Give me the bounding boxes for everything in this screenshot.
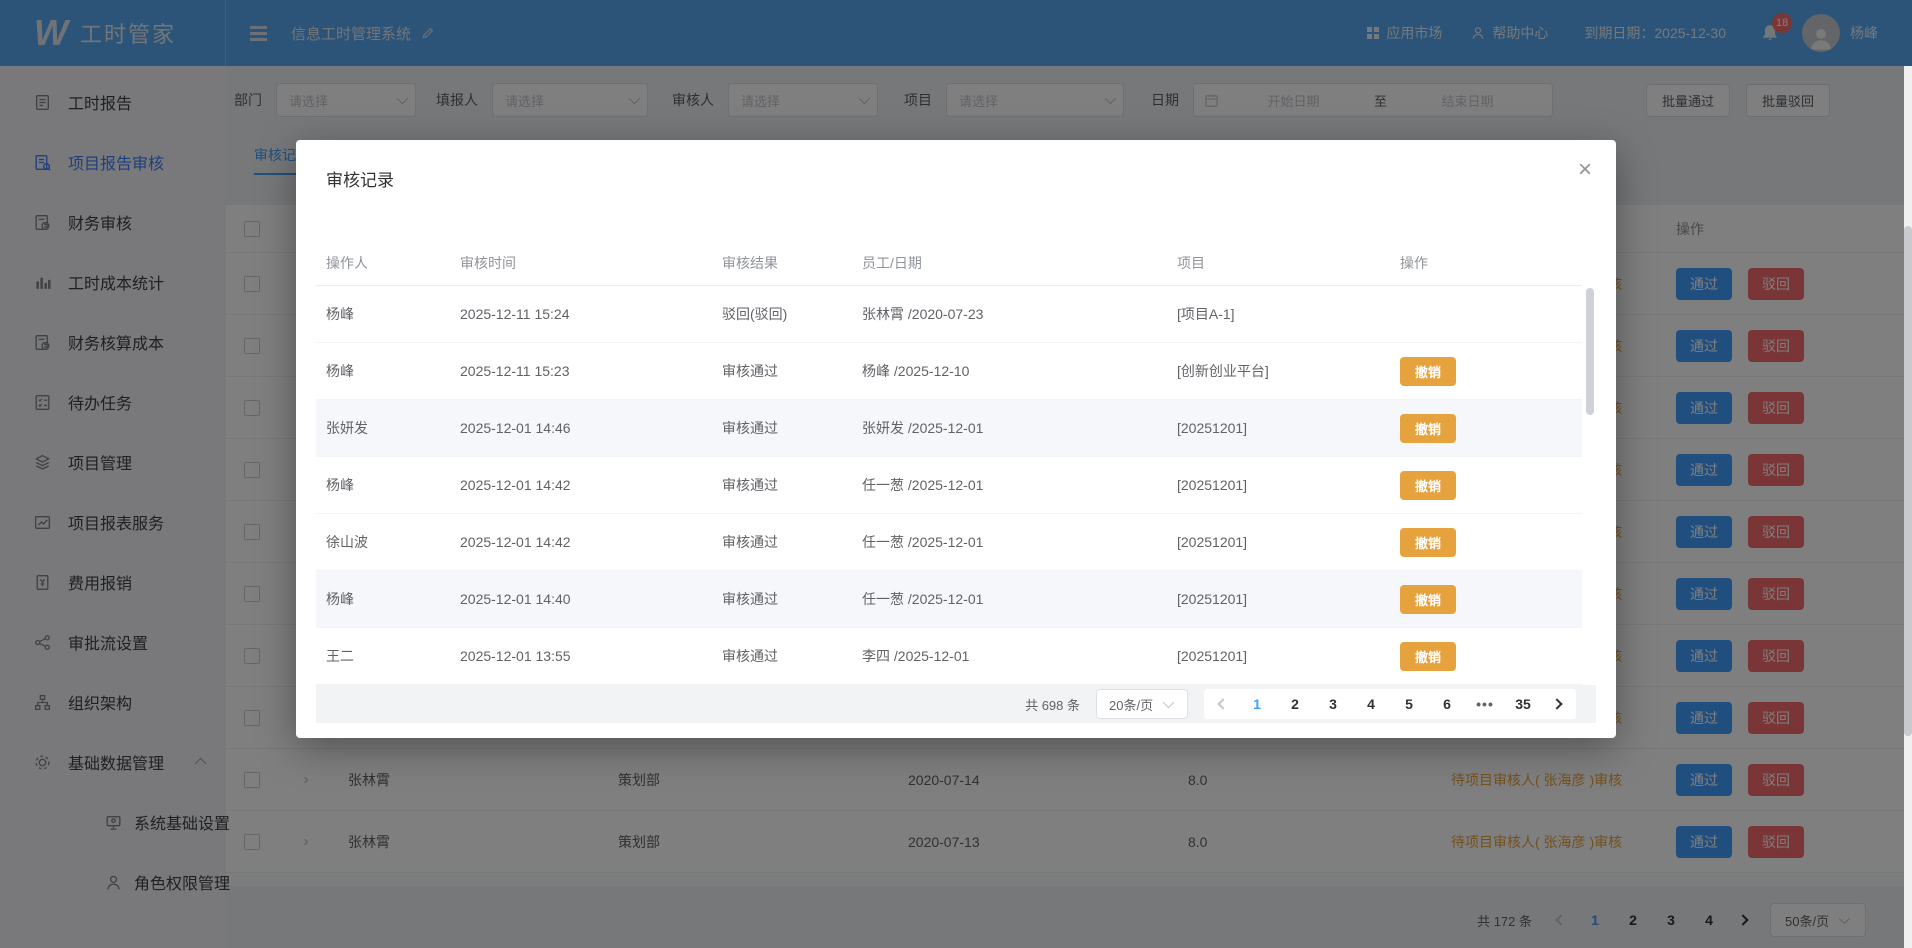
audit-time-cell: 2025-12-01 14:42 <box>450 477 712 493</box>
dialog-title: 审核记录 <box>326 166 394 191</box>
audit-time-cell: 2025-12-01 14:42 <box>450 534 712 550</box>
audit-table-header: 操作人 审核时间 审核结果 员工/日期 项目 操作 <box>316 240 1582 286</box>
column-header: 项目 <box>1167 253 1390 273</box>
employee-date-cell: 任一葱 /2025-12-01 <box>852 532 1167 552</box>
modal-page-number[interactable]: 5 <box>1392 689 1426 719</box>
project-cell: [项目A-1] <box>1167 304 1390 324</box>
employee-date-cell: 任一葱 /2025-12-01 <box>852 475 1167 495</box>
audit-record-row: 张妍发 2025-12-01 14:46 审核通过 张妍发 /2025-12-0… <box>316 400 1582 457</box>
modal-page-number[interactable]: 6 <box>1430 689 1464 719</box>
project-cell: [20251201] <box>1167 591 1390 607</box>
audit-record-row: 王二 2025-12-01 13:55 审核通过 李四 /2025-12-01 … <box>316 628 1582 685</box>
audit-record-row: 杨峰 2025-12-11 15:23 审核通过 杨峰 /2025-12-10 … <box>316 343 1582 400</box>
operator-cell: 杨峰 <box>316 361 450 381</box>
project-cell: [20251201] <box>1167 477 1390 493</box>
scrollbar-thumb[interactable] <box>1904 226 1912 736</box>
revoke-button[interactable]: 撤销 <box>1400 585 1456 614</box>
page-scrollbar[interactable] <box>1904 66 1912 948</box>
column-header: 操作人 <box>316 253 450 273</box>
modal-page-number[interactable]: 35 <box>1506 689 1540 719</box>
audit-result-cell: 审核通过 <box>712 418 852 438</box>
employee-date-cell: 任一葱 /2025-12-01 <box>852 589 1167 609</box>
audit-result-cell: 审核通过 <box>712 589 852 609</box>
modal-page-size-select[interactable]: 20条/页 <box>1096 689 1188 719</box>
revoke-button[interactable]: 撤销 <box>1400 414 1456 443</box>
audit-records-dialog: 审核记录 × 操作人 审核时间 审核结果 员工/日期 项目 操作 杨峰 2025… <box>296 140 1616 738</box>
modal-prev-page-button[interactable] <box>1208 689 1238 719</box>
employee-date-cell: 张妍发 /2025-12-01 <box>852 418 1167 438</box>
audit-result-cell: 审核通过 <box>712 532 852 552</box>
audit-result-cell: 审核通过 <box>712 361 852 381</box>
audit-result-cell: 审核通过 <box>712 646 852 666</box>
revoke-button[interactable]: 撤销 <box>1400 471 1456 500</box>
modal-page-number[interactable]: 3 <box>1316 689 1350 719</box>
modal-page-number[interactable]: 2 <box>1278 689 1312 719</box>
employee-date-cell: 杨峰 /2025-12-10 <box>852 361 1167 381</box>
modal-page-number[interactable]: ••• <box>1468 689 1502 719</box>
column-header: 审核结果 <box>712 253 852 273</box>
modal-scrollbar-thumb[interactable] <box>1586 288 1594 415</box>
audit-time-cell: 2025-12-11 15:23 <box>450 363 712 379</box>
modal-page-number[interactable]: 4 <box>1354 689 1388 719</box>
audit-record-row: 杨峰 2025-12-01 14:42 审核通过 任一葱 /2025-12-01… <box>316 457 1582 514</box>
column-header: 操作 <box>1390 253 1582 273</box>
employee-date-cell: 张林霄 /2020-07-23 <box>852 304 1167 324</box>
audit-time-cell: 2025-12-01 14:46 <box>450 420 712 436</box>
audit-record-row: 杨峰 2025-12-11 15:24 驳回(驳回) 张林霄 /2020-07-… <box>316 286 1582 343</box>
project-cell: [20251201] <box>1167 420 1390 436</box>
operator-cell: 徐山波 <box>316 532 450 552</box>
audit-result-cell: 审核通过 <box>712 475 852 495</box>
operator-cell: 张妍发 <box>316 418 450 438</box>
audit-record-row: 杨峰 2025-12-01 14:40 审核通过 任一葱 /2025-12-01… <box>316 571 1582 628</box>
audit-records-table: 操作人 审核时间 审核结果 员工/日期 项目 操作 杨峰 2025-12-11 … <box>316 240 1582 685</box>
audit-time-cell: 2025-12-11 15:24 <box>450 306 712 322</box>
modal-next-page-button[interactable] <box>1542 689 1572 719</box>
project-cell: [20251201] <box>1167 648 1390 664</box>
chevron-left-icon <box>1217 698 1228 709</box>
chevron-right-icon <box>1551 698 1562 709</box>
project-cell: [20251201] <box>1167 534 1390 550</box>
audit-time-cell: 2025-12-01 13:55 <box>450 648 712 664</box>
audit-result-cell: 驳回(驳回) <box>712 304 852 324</box>
chevron-down-icon <box>1163 697 1174 708</box>
revoke-button[interactable]: 撤销 <box>1400 528 1456 557</box>
operator-cell: 王二 <box>316 646 450 666</box>
close-icon[interactable]: × <box>1578 158 1592 182</box>
modal-pager: 123456•••35 <box>1204 689 1576 719</box>
modal-page-number[interactable]: 1 <box>1240 689 1274 719</box>
column-header: 审核时间 <box>450 253 712 273</box>
operator-cell: 杨峰 <box>316 304 450 324</box>
column-header: 员工/日期 <box>852 253 1167 273</box>
employee-date-cell: 李四 /2025-12-01 <box>852 646 1167 666</box>
project-cell: [创新创业平台] <box>1167 361 1390 381</box>
operator-cell: 杨峰 <box>316 589 450 609</box>
revoke-button[interactable]: 撤销 <box>1400 642 1456 671</box>
audit-record-row: 徐山波 2025-12-01 14:42 审核通过 任一葱 /2025-12-0… <box>316 514 1582 571</box>
modal-pagination-bar: 共 698 条 20条/页 123456•••35 <box>316 685 1596 723</box>
operator-cell: 杨峰 <box>316 475 450 495</box>
audit-time-cell: 2025-12-01 14:40 <box>450 591 712 607</box>
modal-total-count: 共 698 条 <box>1025 695 1080 714</box>
revoke-button[interactable]: 撤销 <box>1400 357 1456 386</box>
